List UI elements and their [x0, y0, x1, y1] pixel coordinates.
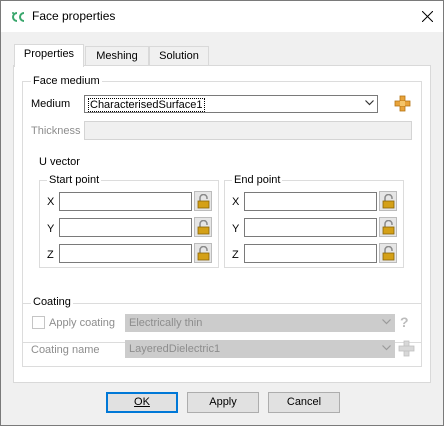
- ok-button[interactable]: OK: [106, 392, 178, 413]
- lock-icon: [197, 194, 210, 209]
- properties-panel: Face medium Medium CharacterisedSurface1…: [13, 65, 431, 383]
- help-icon[interactable]: ?: [400, 314, 409, 330]
- add-grid-icon: [398, 340, 415, 357]
- tab-solution[interactable]: Solution: [149, 46, 209, 67]
- start-y-lock-button[interactable]: [194, 217, 212, 237]
- add-medium-button[interactable]: [394, 95, 411, 112]
- cancel-button-label: Cancel: [286, 396, 322, 408]
- tab-meshing[interactable]: Meshing: [85, 46, 149, 67]
- apply-button[interactable]: Apply: [187, 392, 259, 413]
- end-z-field[interactable]: [244, 244, 377, 263]
- end-x-field[interactable]: [244, 192, 377, 211]
- coating-type-select[interactable]: Electrically thin: [125, 314, 395, 332]
- end-x-lock-button[interactable]: [379, 191, 397, 211]
- add-coating-button[interactable]: [398, 340, 415, 357]
- apply-button-label: Apply: [209, 396, 237, 408]
- end-x-label: X: [232, 196, 240, 208]
- medium-select-value: CharacterisedSurface1: [88, 98, 205, 112]
- end-y-lock-button[interactable]: [379, 217, 397, 237]
- cancel-button[interactable]: Cancel: [268, 392, 340, 413]
- start-z-label: Z: [47, 249, 54, 261]
- ok-button-label: OK: [134, 396, 150, 408]
- lock-icon: [197, 246, 210, 261]
- start-x-lock-button[interactable]: [194, 191, 212, 211]
- start-z-lock-button[interactable]: [194, 243, 212, 263]
- end-y-label: Y: [232, 223, 240, 235]
- lock-icon: [197, 220, 210, 235]
- add-grid-icon: [394, 95, 411, 112]
- lock-icon: [382, 194, 395, 209]
- end-point-label: End point: [232, 174, 283, 186]
- apply-coating-checkbox[interactable]: [32, 316, 45, 329]
- tab-properties[interactable]: Properties: [14, 44, 84, 67]
- lock-icon: [382, 220, 395, 235]
- chevron-down-icon: [365, 100, 374, 106]
- title-bar: Face properties: [1, 1, 443, 32]
- start-x-label: X: [47, 196, 55, 208]
- apply-coating-label: Apply coating: [49, 317, 116, 329]
- coating-name-label: Coating name: [31, 344, 100, 356]
- end-y-field[interactable]: [244, 218, 377, 237]
- medium-select[interactable]: CharacterisedSurface1: [84, 95, 378, 113]
- u-vector-label: U vector: [39, 156, 80, 168]
- end-z-lock-button[interactable]: [379, 243, 397, 263]
- tab-meshing-label: Meshing: [96, 50, 138, 62]
- thickness-label: Thickness: [31, 125, 81, 137]
- tab-properties-label: Properties: [23, 48, 75, 60]
- start-y-field[interactable]: [59, 218, 192, 237]
- end-z-label: Z: [232, 249, 239, 261]
- chevron-down-icon: [382, 319, 391, 325]
- lock-icon: [382, 246, 395, 261]
- chevron-down-icon: [382, 345, 391, 351]
- face-medium-group-label: Face medium: [31, 75, 102, 87]
- start-y-label: Y: [47, 223, 55, 235]
- coating-group-label: Coating: [31, 296, 73, 308]
- app-logo-icon: [10, 10, 26, 24]
- coating-name-value: LayeredDielectric1: [129, 343, 221, 355]
- close-icon: [422, 11, 433, 22]
- coating-name-select[interactable]: LayeredDielectric1: [125, 340, 395, 358]
- coating-type-value: Electrically thin: [129, 317, 203, 329]
- thickness-field[interactable]: [84, 121, 412, 140]
- tab-solution-label: Solution: [159, 50, 199, 62]
- start-point-label: Start point: [47, 174, 102, 186]
- face-properties-dialog: Face properties Properties Meshing Solut…: [0, 0, 444, 426]
- close-button[interactable]: [413, 1, 443, 31]
- window-title: Face properties: [32, 9, 116, 23]
- medium-label: Medium: [31, 98, 71, 110]
- start-z-field[interactable]: [59, 244, 192, 263]
- start-x-field[interactable]: [59, 192, 192, 211]
